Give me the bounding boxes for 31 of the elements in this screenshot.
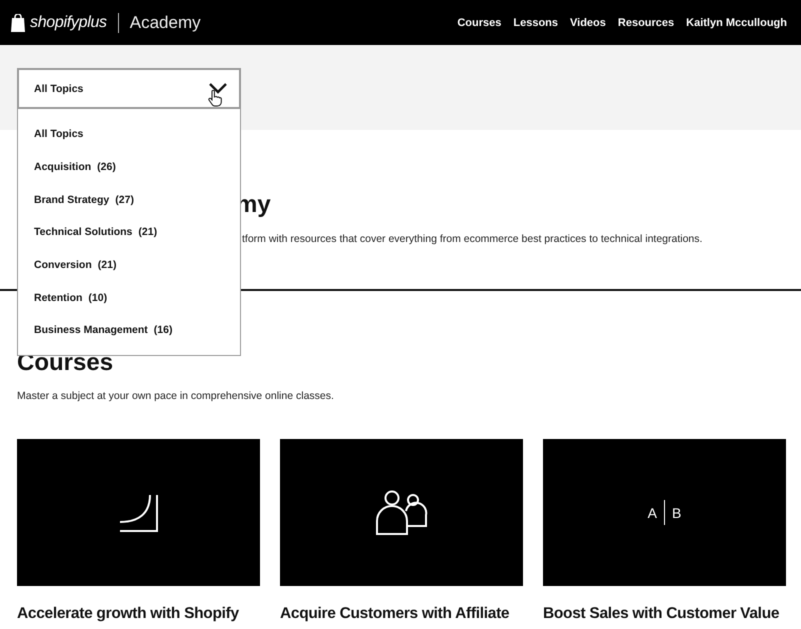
dropdown-option[interactable]: Brand Strategy (27) bbox=[18, 183, 240, 216]
dropdown-option[interactable]: All Topics bbox=[18, 118, 240, 151]
dropdown-option[interactable]: Conversion (21) bbox=[18, 248, 240, 282]
icon-letter: B bbox=[672, 504, 682, 520]
nav-link[interactable]: Kaitlyn Mccullough bbox=[686, 16, 787, 28]
logo[interactable]: shopifyplus bbox=[30, 14, 107, 32]
nav-link[interactable]: Lessons bbox=[513, 16, 558, 28]
section-subtitle: Master a subject at your own pace in comprehensive online classes. bbox=[17, 389, 335, 403]
growth-curve-icon bbox=[118, 494, 160, 532]
shopping-bag-icon bbox=[10, 14, 26, 32]
dropdown-option[interactable]: Technical Solutions (21) bbox=[18, 216, 240, 249]
course-thumbnail[interactable] bbox=[280, 439, 523, 586]
dropdown-option[interactable]: Acquisition (26) bbox=[18, 150, 240, 184]
course-title[interactable]: Accelerate growth with Shopify bbox=[17, 604, 260, 624]
topic-dropdown[interactable]: All Topics bbox=[17, 68, 241, 109]
dropdown-option[interactable]: Business Management (16) bbox=[18, 314, 240, 347]
course-thumbnail[interactable] bbox=[17, 439, 260, 586]
nav-link[interactable]: Resources bbox=[618, 16, 674, 28]
chevron-down-icon bbox=[209, 82, 227, 94]
product-name: Academy bbox=[130, 12, 201, 32]
course-title[interactable]: Boost Sales with Customer Value bbox=[543, 604, 786, 624]
people-icon bbox=[376, 490, 428, 536]
dropdown-option[interactable]: Retention (10) bbox=[18, 281, 240, 314]
hand-cursor-icon bbox=[208, 90, 222, 107]
section-heading: Courses bbox=[17, 348, 114, 378]
nav-link[interactable]: Videos bbox=[570, 16, 606, 28]
icon-letter: A bbox=[648, 504, 657, 520]
page-description: tform with resources that cover everything from ecommerce best practices to technical integrations. bbox=[242, 232, 704, 246]
course-title[interactable]: Acquire Customers with Affiliate bbox=[280, 604, 523, 624]
nav-link[interactable]: Courses bbox=[457, 16, 502, 28]
course-thumbnail[interactable]: A B bbox=[543, 439, 786, 586]
